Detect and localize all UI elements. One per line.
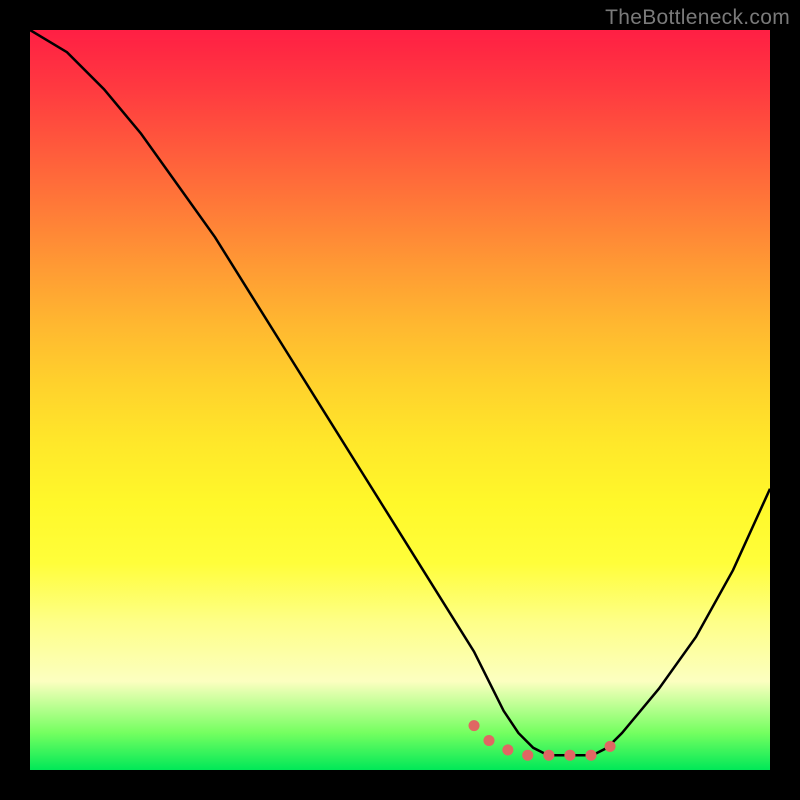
watermark-text: TheBottleneck.com	[605, 6, 790, 30]
highlight-marker	[30, 30, 770, 770]
plot-area	[30, 30, 770, 770]
chart-frame: TheBottleneck.com	[0, 0, 800, 800]
